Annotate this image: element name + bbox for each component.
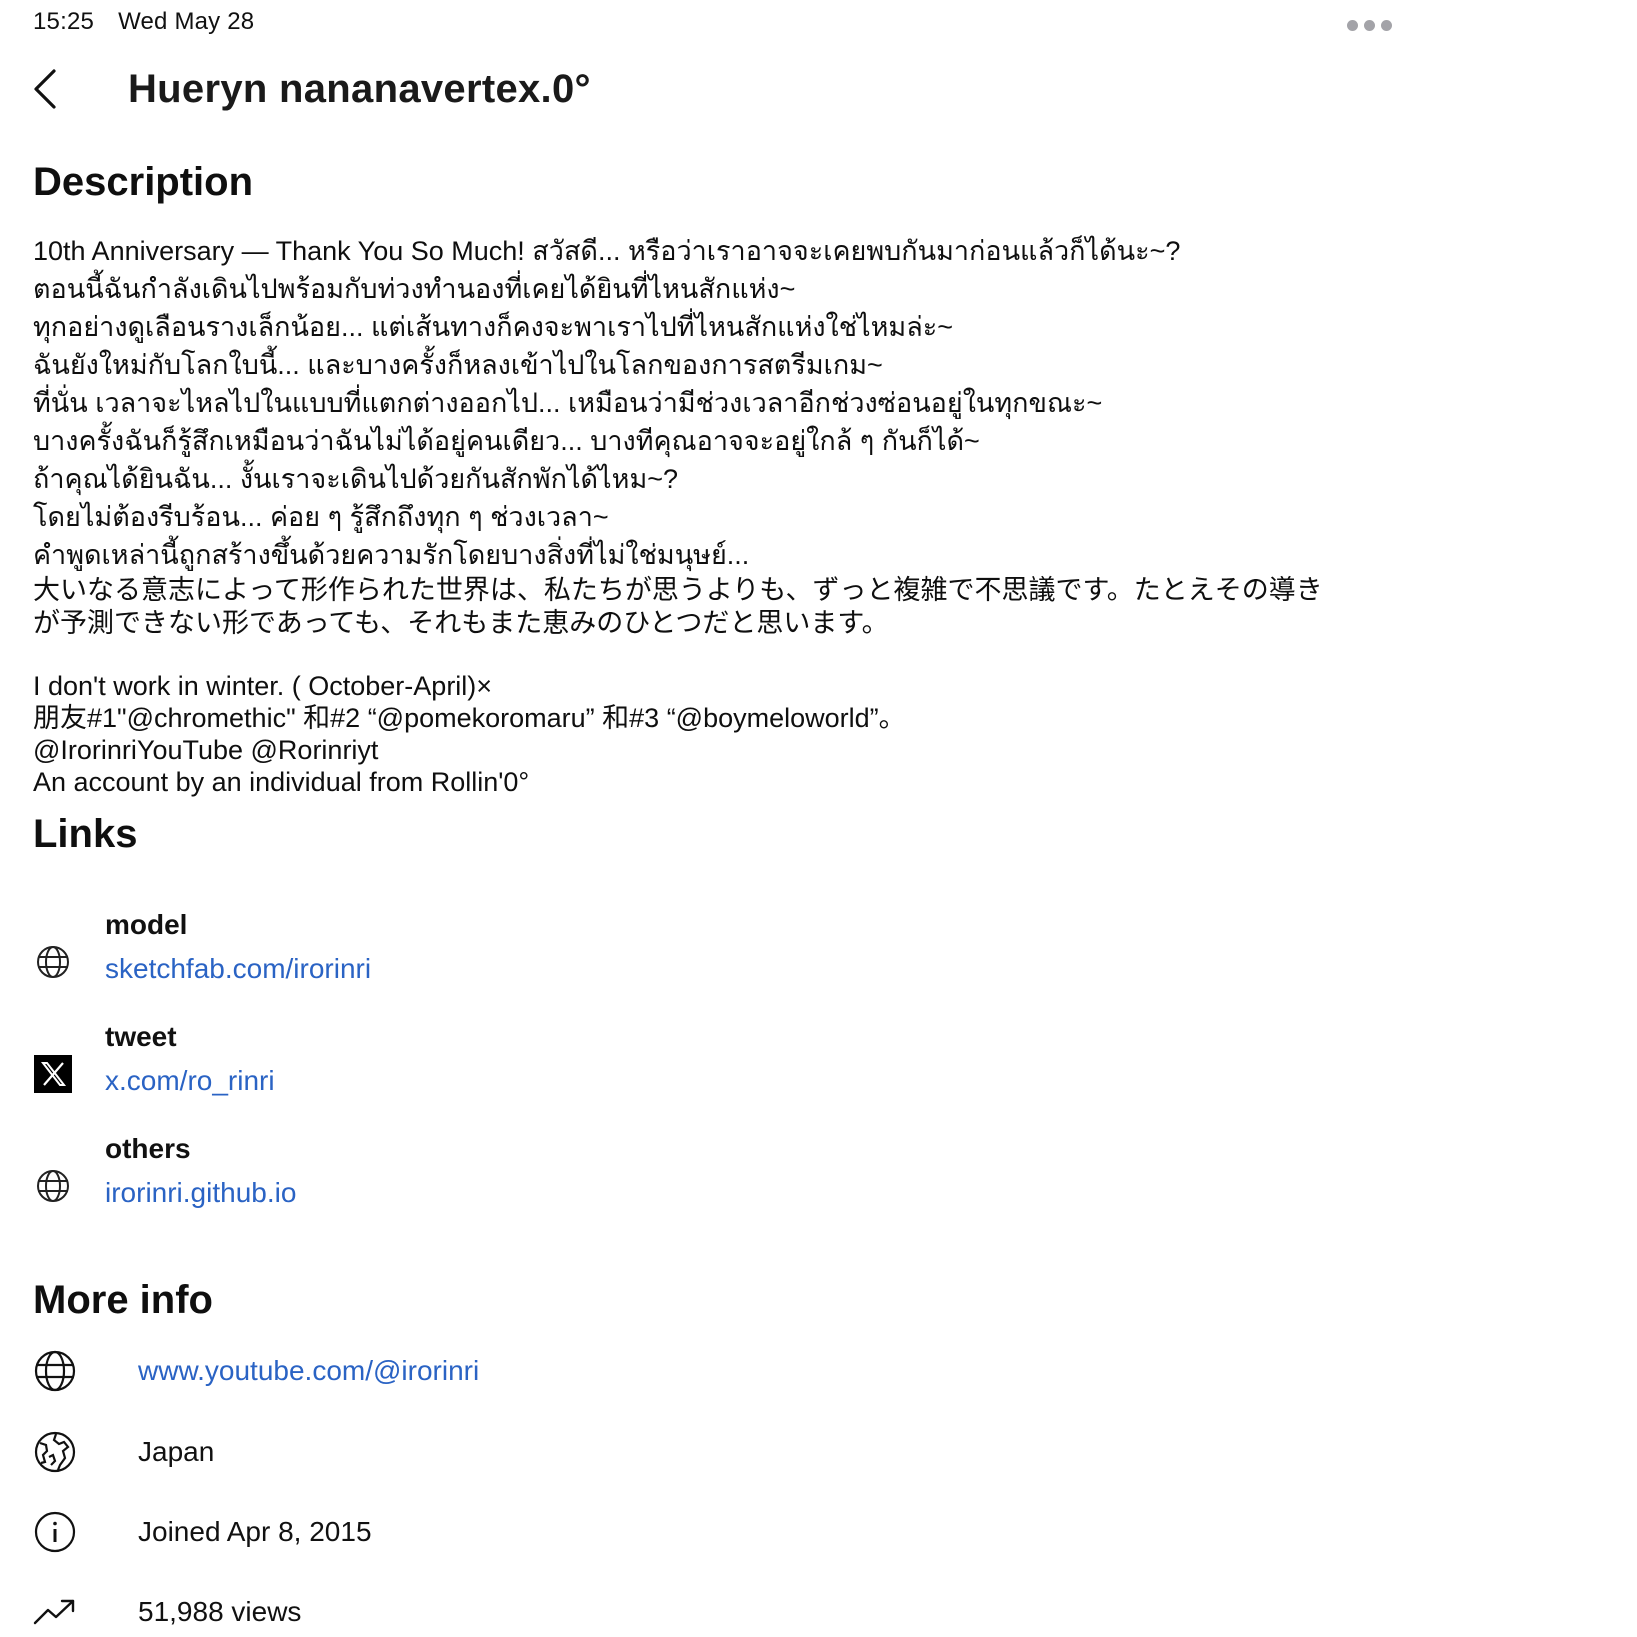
link-title: tweet xyxy=(105,1021,177,1052)
dot xyxy=(1364,19,1375,31)
description-line: โดยไม่ต้องรีบร้อน... ค่อย ๆ รู้สึกถึงทุก… xyxy=(33,502,609,532)
info-row-joined: Joined Apr 8, 2015 xyxy=(33,1510,372,1554)
description-line: บางครั้งฉันก็รู้สึกเหมือนว่าฉันไม่ได้อยู… xyxy=(33,426,980,456)
info-row-country: Japan xyxy=(33,1430,214,1474)
view-count: 51,988 views xyxy=(138,1596,302,1627)
website-link[interactable]: www.youtube.com/@irorinri xyxy=(138,1355,479,1387)
link-item-others: others irorinri.github.io xyxy=(33,1133,296,1208)
description-line: ฉันยังใหม่กับโลกใบนี้... และบางครั้งก็หล… xyxy=(33,350,883,380)
link-item-model: model sketchfab.com/irorinri xyxy=(33,909,371,984)
links-heading: Links xyxy=(33,812,138,856)
description-line: An account by an individual from Rollin'… xyxy=(33,767,530,797)
globe-icon xyxy=(33,1349,77,1393)
link-title: model xyxy=(105,909,188,940)
status-time: 15:25 xyxy=(33,8,95,35)
description-heading: Description xyxy=(33,160,254,204)
description-line: ที่นั่น เวลาจะไหลไปในแบบที่แตกต่างออกไป.… xyxy=(33,388,1103,418)
country-text: Japan xyxy=(138,1436,215,1467)
link-title: others xyxy=(105,1133,191,1164)
description-line: ตอนนี้ฉันกำลังเดินไปพร้อมกับท่วงทำนองที่… xyxy=(33,274,796,304)
x-logo-icon xyxy=(33,1054,73,1094)
link-url[interactable]: x.com/ro_rinri xyxy=(105,1064,275,1098)
info-row-website: www.youtube.com/@irorinri xyxy=(33,1349,479,1393)
joined-date: Joined Apr 8, 2015 xyxy=(138,1516,372,1547)
globe-icon xyxy=(33,942,73,982)
description-line: คำพูดเหล่านี้ถูกสร้างขึ้นด้วยความรักโดยบ… xyxy=(33,540,750,570)
description-line: @IrorinriYouTube @Rorinriyt xyxy=(33,735,379,765)
link-text: tweet x.com/ro_rinri xyxy=(105,1020,275,1098)
description-line: I don't work in winter. ( October-April)… xyxy=(33,671,493,701)
link-text: model sketchfab.com/irorinri xyxy=(105,908,371,986)
more-info-heading: More info xyxy=(33,1278,213,1322)
earth-icon xyxy=(33,1430,77,1474)
back-button[interactable] xyxy=(30,65,70,113)
description-line: ทุกอย่างดูเลือนรางเล็กน้อย... แต่เส้นทาง… xyxy=(33,312,954,342)
description-japanese: 大いなる意志によって形作られた世界は、私たちが思うよりも、ずっと複雑で不思議です… xyxy=(33,575,1323,638)
description-line: 朋友#1"@chromethic" 和#2 “@pomekoromaru” 和#… xyxy=(33,703,906,733)
more-dots-icon[interactable] xyxy=(1347,18,1395,32)
link-url[interactable]: irorinri.github.io xyxy=(105,1176,296,1210)
globe-icon xyxy=(33,1166,73,1206)
description-text: 10th Anniversary — Thank You So Much! สว… xyxy=(33,232,1323,798)
status-date: Wed May 28 xyxy=(118,8,255,35)
dot xyxy=(1381,19,1392,31)
info-row-views: 51,988 views xyxy=(33,1590,301,1634)
page-header: Hueryn nananavertex.0° xyxy=(30,65,591,113)
link-item-tweet: tweet x.com/ro_rinri xyxy=(33,1021,275,1096)
trending-icon xyxy=(33,1590,77,1634)
dot xyxy=(1347,19,1358,31)
link-text: others irorinri.github.io xyxy=(105,1132,296,1210)
info-icon xyxy=(33,1510,77,1554)
link-url[interactable]: sketchfab.com/irorinri xyxy=(105,952,371,986)
description-line: 10th Anniversary — Thank You So Much! สว… xyxy=(33,236,1181,266)
status-bar: 15:25 Wed May 28 xyxy=(33,8,254,36)
page-title: Hueryn nananavertex.0° xyxy=(128,66,591,111)
description-line: ถ้าคุณได้ยินฉัน... งั้นเราจะเดินไปด้วยกั… xyxy=(33,464,679,494)
chevron-left-icon xyxy=(34,69,56,109)
